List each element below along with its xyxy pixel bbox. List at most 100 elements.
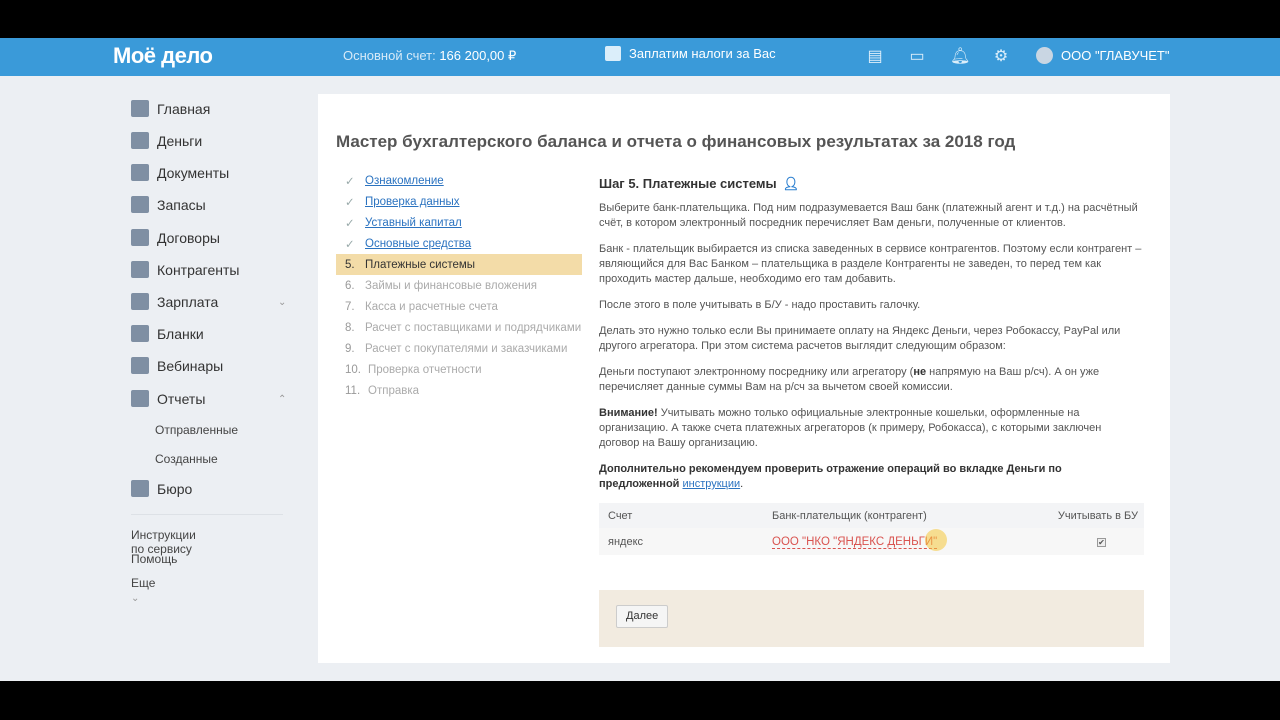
check-icon: ✓ [345, 175, 355, 188]
instructions-link[interactable]: инструкции [682, 478, 740, 490]
label: Запасы [157, 196, 206, 213]
table-row: яндекс ООО "НКО "ЯНДЕКС ДЕНЬГИ" ✔ [599, 528, 1144, 555]
sidebar-item-contractors[interactable]: Контрагенты [131, 261, 239, 278]
cursor-highlight [925, 528, 948, 551]
document-icon[interactable]: ▤ [866, 48, 884, 66]
report-icon [131, 390, 149, 407]
step-item[interactable]: ✓ Ознакомление [336, 170, 582, 191]
paragraph: Дополнительно рекомендуем проверить отра… [599, 462, 1144, 492]
chevron-up-icon[interactable]: ⌃ [278, 394, 286, 405]
more-label: Еще [131, 576, 156, 590]
label: Бланки [157, 325, 204, 342]
logo[interactable]: Моё дело [113, 43, 213, 69]
cash-register-icon [605, 46, 621, 61]
home-icon [131, 100, 149, 117]
step-label: Расчет с поставщиками и подрядчиками [365, 321, 582, 334]
step-label: Займы и финансовые вложения [365, 279, 538, 292]
column-header: Счет [608, 509, 633, 522]
step-number: 7. [345, 300, 355, 313]
step-number: 10. [345, 363, 361, 376]
step-label: Расчет с покупателями и заказчиками [365, 342, 568, 355]
divider [131, 514, 283, 515]
label: Бюро [157, 480, 193, 497]
sidebar-item-stock[interactable]: Запасы [131, 196, 206, 213]
tax-service-link[interactable]: Заплатим налоги за Вас [605, 46, 776, 61]
step-item: 9. Расчет с покупателями и заказчиками [336, 338, 582, 359]
avatar [1036, 47, 1053, 64]
step-link[interactable]: Уставный капитал [365, 217, 462, 229]
step-item: 7. Касса и расчетные счета [336, 296, 582, 317]
form-icon [131, 325, 149, 342]
step-label: Касса и расчетные счета [365, 300, 498, 313]
step-heading: Шаг 5. Платежные системы 👤︎ [599, 176, 1144, 191]
sidebar-item-contracts[interactable]: Договоры [131, 229, 220, 246]
step-item: 6. Займы и финансовые вложения [336, 275, 582, 296]
text: Учитывать можно только официальные элект… [599, 407, 1102, 449]
wallet-icon [131, 293, 149, 310]
sidebar-subitem-sent[interactable]: Отправленные [155, 423, 238, 437]
tax-label: Заплатим налоги за Вас [629, 46, 776, 61]
chevron-down-icon[interactable]: ⌄ [278, 297, 286, 308]
step-number: 9. [345, 342, 355, 355]
step-label: Отправка [368, 384, 420, 397]
account-cell: яндекс [608, 535, 644, 548]
org-menu[interactable]: ООО "ГЛАВУЧЕТ" [1036, 47, 1169, 64]
sidebar-item-money[interactable]: Деньги [131, 132, 202, 149]
money-icon [131, 132, 149, 149]
step-number: 8. [345, 321, 355, 334]
step-item[interactable]: ✓ Основные средства [336, 233, 582, 254]
gear-icon[interactable]: ⚙ [992, 48, 1010, 66]
text: . [740, 478, 744, 490]
video-icon [131, 357, 149, 374]
check-icon: ✓ [345, 196, 355, 209]
sidebar-item-forms[interactable]: Бланки [131, 325, 204, 342]
chat-icon[interactable]: ▭ [908, 48, 926, 66]
step-item[interactable]: ✓ Проверка данных [336, 191, 582, 212]
check-icon: ✓ [345, 238, 355, 251]
bank-select-link[interactable]: ООО "НКО "ЯНДЕКС ДЕНЬГИ" [772, 528, 948, 551]
account-balance[interactable]: Основной счет: 166 200,00 ₽ [343, 48, 516, 64]
help-link[interactable]: Помощь [131, 552, 177, 566]
column-header: Учитывать в БУ [1057, 509, 1138, 522]
step-item: 10. Проверка отчетности [336, 359, 582, 380]
account-value: 166 200,00 ₽ [439, 48, 517, 63]
label: Вебинары [157, 357, 224, 374]
page-title: Мастер бухгалтерского баланса и отчета о… [336, 132, 1016, 151]
paragraph: Делать это нужно только если Вы принимае… [599, 325, 1121, 352]
wizard-footer: Далее [599, 590, 1144, 647]
label: Договоры [157, 229, 220, 246]
account-in-bu-checkbox[interactable]: ✔ [1097, 537, 1106, 547]
label: Документы [157, 164, 230, 181]
more-link[interactable]: Еще ⌄ [131, 576, 155, 604]
sidebar-item-bureau[interactable]: Бюро [131, 480, 192, 497]
step-title: Шаг 5. Платежные системы [599, 176, 777, 191]
text: Деньги поступают электронному посреднику… [599, 366, 914, 378]
sidebar-item-documents[interactable]: Документы [131, 164, 229, 181]
step-item-active[interactable]: 5. Платежные системы [336, 254, 582, 275]
table-header: Счет Банк-плательщик (контрагент) Учитыват… [599, 503, 1144, 528]
paragraph: Выберите банк-плательщика. Под ним подра… [599, 202, 1138, 229]
bell-icon[interactable]: 🔔︎ [950, 48, 970, 66]
step-link[interactable]: Проверка данных [365, 196, 460, 208]
sidebar-item-reports[interactable]: Отчеты [131, 390, 205, 407]
account-label: Основной счет: [343, 48, 436, 63]
step-number: 11. [345, 384, 361, 397]
step-label: Платежные системы [365, 258, 476, 271]
chevron-down-icon: ⌄ [131, 593, 140, 604]
step-link[interactable]: Ознакомление [365, 175, 444, 187]
warning-label: Внимание! [599, 407, 658, 419]
sidebar-subitem-created[interactable]: Созданные [155, 452, 218, 466]
paragraph: Деньги поступают электронному посреднику… [599, 365, 1144, 395]
next-button[interactable]: Далее [616, 605, 669, 628]
folder-icon [131, 164, 149, 181]
sidebar-item-salary[interactable]: Зарплата [131, 293, 218, 310]
help-user-icon[interactable]: 👤︎ [783, 176, 800, 191]
step-link[interactable]: Основные средства [365, 238, 471, 250]
step-item: 8. Расчет с поставщиками и подрядчиками [336, 317, 582, 338]
label: Зарплата [157, 293, 219, 310]
step-item[interactable]: ✓ Уставный капитал [336, 212, 582, 233]
sidebar-item-home[interactable]: Главная [131, 100, 210, 117]
sidebar-item-webinars[interactable]: Вебинары [131, 357, 223, 374]
org-name: ООО "ГЛАВУЧЕТ" [1061, 48, 1170, 63]
step-number: 6. [345, 279, 355, 292]
